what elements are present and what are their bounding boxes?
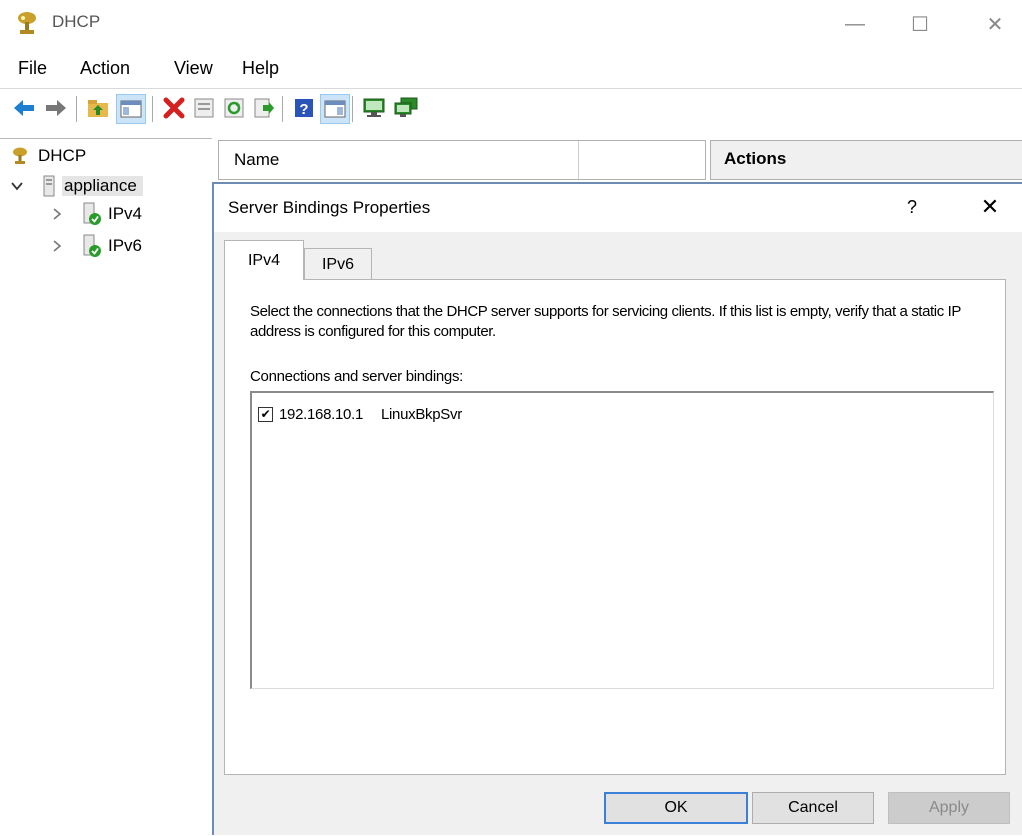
tree-item-ipv4[interactable]: IPv4 (50, 202, 142, 226)
toolbar-separator (352, 96, 353, 122)
chevron-down-icon[interactable] (10, 179, 28, 193)
instructions-text: Select the connections that the DHCP ser… (250, 303, 961, 340)
window-title: DHCP (52, 12, 101, 31)
ok-button[interactable]: OK (604, 792, 748, 824)
delete-icon[interactable] (160, 94, 188, 122)
add-server-icon[interactable] (392, 94, 420, 122)
tab-ipv4[interactable]: IPv4 (224, 240, 304, 280)
dhcp-tree-icon (10, 146, 30, 166)
tree-item-label: appliance (62, 176, 143, 196)
menu-help[interactable]: Help (242, 58, 279, 79)
apply-button[interactable]: Apply (888, 792, 1010, 824)
minimize-button[interactable]: — (832, 6, 878, 42)
tree-item-ipv6[interactable]: IPv6 (50, 234, 142, 258)
dialog-help-button[interactable]: ? (900, 192, 924, 222)
bindings-list[interactable] (250, 391, 994, 689)
tab-ipv6[interactable]: IPv6 (304, 248, 372, 280)
tree-item-label: IPv4 (108, 204, 143, 223)
toolbar (0, 88, 1022, 131)
export-list-icon[interactable] (250, 94, 278, 122)
help-icon[interactable]: ? (290, 94, 318, 122)
dialog-close-button[interactable]: ✕ (972, 192, 1008, 222)
toolbar-separator (76, 96, 77, 122)
menu-view[interactable]: View (174, 58, 213, 79)
properties-icon[interactable] (190, 94, 218, 122)
binding-ip: 192.168.10.1 (279, 405, 363, 423)
menu-bar (0, 50, 1022, 88)
tree-item-label: DHCP (38, 146, 87, 165)
svg-text:?: ? (299, 101, 308, 118)
menu-action[interactable]: Action (80, 58, 130, 79)
server-icon[interactable] (360, 94, 388, 122)
up-folder-icon[interactable] (84, 94, 112, 122)
binding-checkbox[interactable]: ✔ (258, 406, 273, 422)
binding-list-item[interactable]: ✔ 192.168.10.1 LinuxBkpSvr (258, 404, 462, 424)
maximize-button[interactable]: ☐ (897, 6, 943, 42)
forward-arrow-icon[interactable] (42, 94, 70, 122)
binding-connection-name: LinuxBkpSvr (380, 405, 462, 423)
dhcp-app-icon (14, 10, 40, 36)
column-divider[interactable] (578, 141, 579, 179)
toolbar-separator (152, 96, 153, 122)
server-tree-icon (42, 175, 56, 197)
tree-item-label: IPv6 (108, 236, 143, 255)
bindings-label: Connections and server bindings: (250, 368, 464, 385)
toolbar-separator (282, 96, 283, 122)
show-hide-action-pane-icon[interactable] (320, 94, 350, 124)
cancel-button[interactable]: Cancel (752, 792, 874, 824)
show-hide-tree-icon[interactable] (116, 94, 146, 124)
menu-file[interactable]: File (18, 58, 47, 79)
tree-item-appliance[interactable]: appliance (10, 174, 143, 198)
close-window-button[interactable]: ✕ (972, 6, 1018, 42)
refresh-icon[interactable] (220, 94, 248, 122)
column-header-name[interactable]: Name (234, 150, 279, 170)
back-arrow-icon[interactable] (10, 94, 38, 122)
actions-title: Actions (724, 149, 787, 168)
list-header (218, 140, 706, 180)
dialog-title: Server Bindings Properties (228, 198, 431, 217)
chevron-right-icon[interactable] (50, 207, 68, 221)
ipv6-server-icon (82, 234, 102, 258)
ipv4-server-icon (82, 202, 102, 226)
chevron-right-icon[interactable] (50, 239, 68, 253)
tree-item-dhcp[interactable]: DHCP (10, 144, 86, 168)
